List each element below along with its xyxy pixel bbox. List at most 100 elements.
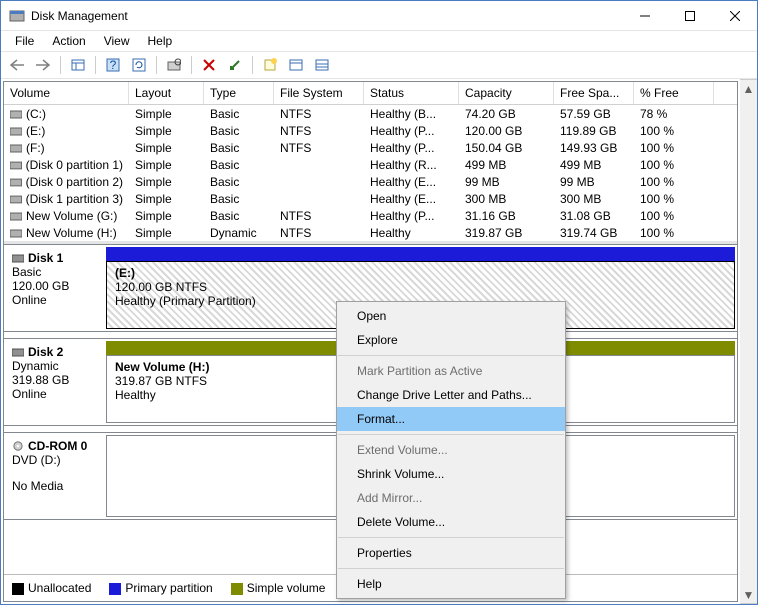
volume-icon bbox=[10, 160, 22, 170]
scroll-up-icon[interactable]: ▲ bbox=[740, 80, 757, 97]
refresh-button[interactable] bbox=[127, 54, 151, 76]
disk-state: Online bbox=[12, 387, 96, 401]
volume-status: Healthy (E... bbox=[364, 175, 459, 189]
volume-status: Healthy (E... bbox=[364, 192, 459, 206]
volume-type: Basic bbox=[204, 141, 274, 155]
scroll-down-icon[interactable]: ▼ bbox=[740, 586, 757, 603]
volume-row[interactable]: (Disk 1 partition 3)SimpleBasicHealthy (… bbox=[4, 190, 737, 207]
volume-status: Healthy (R... bbox=[364, 158, 459, 172]
volume-row[interactable]: (E:)SimpleBasicNTFSHealthy (P...120.00 G… bbox=[4, 122, 737, 139]
volume-fs: NTFS bbox=[274, 209, 364, 223]
volume-icon bbox=[10, 228, 22, 238]
ctx-help[interactable]: Help bbox=[337, 572, 565, 596]
volume-capacity: 150.04 GB bbox=[459, 141, 554, 155]
view-button[interactable] bbox=[66, 54, 90, 76]
volume-icon bbox=[10, 211, 22, 221]
volume-name: (C:) bbox=[26, 107, 46, 121]
volume-layout: Simple bbox=[129, 192, 204, 206]
menu-view[interactable]: View bbox=[96, 32, 138, 50]
col-capacity[interactable]: Capacity bbox=[459, 82, 554, 104]
volume-row[interactable]: New Volume (H:)SimpleDynamicNTFSHealthy3… bbox=[4, 224, 737, 241]
forward-button[interactable] bbox=[31, 54, 55, 76]
ctx-shrink[interactable]: Shrink Volume... bbox=[337, 462, 565, 486]
format-toolbar-button[interactable] bbox=[223, 54, 247, 76]
app-icon bbox=[9, 8, 25, 24]
col-free[interactable]: Free Spa... bbox=[554, 82, 634, 104]
volume-pct: 100 % bbox=[634, 124, 714, 138]
disk-info: CD-ROM 0 DVD (D:) No Media bbox=[4, 433, 104, 519]
disk-name: Disk 1 bbox=[28, 251, 63, 265]
volume-row[interactable]: (F:) SimpleBasicNTFSHealthy (P...150.04 G… bbox=[4, 139, 737, 156]
volume-row[interactable]: (Disk 0 partition 2)SimpleBasicHealthy (… bbox=[4, 173, 737, 190]
help-toolbar-button[interactable]: ? bbox=[101, 54, 125, 76]
delete-toolbar-button[interactable] bbox=[197, 54, 221, 76]
rescan-button[interactable] bbox=[162, 54, 186, 76]
disk-state: No Media bbox=[12, 479, 96, 493]
new-toolbar-button[interactable] bbox=[258, 54, 282, 76]
menubar: File Action View Help bbox=[1, 31, 757, 51]
volume-type: Basic bbox=[204, 107, 274, 121]
volume-row[interactable]: (C:)SimpleBasicNTFSHealthy (B...74.20 GB… bbox=[4, 105, 737, 122]
settings-toolbar-button[interactable] bbox=[284, 54, 308, 76]
ctx-format[interactable]: Format... bbox=[337, 407, 565, 431]
volume-list[interactable]: Volume Layout Type File System Status Ca… bbox=[4, 82, 737, 241]
col-volume[interactable]: Volume bbox=[4, 82, 129, 104]
disk-management-window: Disk Management File Action View Help ? bbox=[0, 0, 758, 605]
legend-unallocated: Unallocated bbox=[12, 581, 91, 595]
disk-info: Disk 1 Basic 120.00 GB Online bbox=[4, 245, 104, 331]
volume-free: 149.93 GB bbox=[554, 141, 634, 155]
partition-strip bbox=[106, 247, 735, 261]
partition-label: (E:) bbox=[115, 266, 726, 280]
volume-pct: 100 % bbox=[634, 158, 714, 172]
ctx-open[interactable]: Open bbox=[337, 304, 565, 328]
maximize-button[interactable] bbox=[667, 1, 712, 30]
volume-name: (Disk 0 partition 1) bbox=[26, 158, 123, 172]
col-pct[interactable]: % Free bbox=[634, 82, 714, 104]
volume-row[interactable]: (Disk 0 partition 1)SimpleBasicHealthy (… bbox=[4, 156, 737, 173]
partition-size: 120.00 GB NTFS bbox=[115, 280, 726, 294]
disk-info: Disk 2 Dynamic 319.88 GB Online bbox=[4, 339, 104, 425]
volume-layout: Simple bbox=[129, 226, 204, 240]
ctx-extend[interactable]: Extend Volume... bbox=[337, 438, 565, 462]
volume-capacity: 99 MB bbox=[459, 175, 554, 189]
menu-file[interactable]: File bbox=[7, 32, 42, 50]
volume-name: (E:) bbox=[26, 124, 45, 138]
ctx-mark-active[interactable]: Mark Partition as Active bbox=[337, 359, 565, 383]
ctx-mirror[interactable]: Add Mirror... bbox=[337, 486, 565, 510]
volume-pct: 100 % bbox=[634, 175, 714, 189]
ctx-change-drive[interactable]: Change Drive Letter and Paths... bbox=[337, 383, 565, 407]
volume-icon bbox=[10, 143, 22, 153]
col-fs[interactable]: File System bbox=[274, 82, 364, 104]
ctx-properties[interactable]: Properties bbox=[337, 541, 565, 565]
volume-icon bbox=[10, 194, 22, 204]
vertical-scrollbar[interactable]: ▲ ▼ bbox=[740, 79, 757, 604]
volume-type: Basic bbox=[204, 124, 274, 138]
volume-layout: Simple bbox=[129, 141, 204, 155]
col-status[interactable]: Status bbox=[364, 82, 459, 104]
disk-name: Disk 2 bbox=[28, 345, 63, 359]
volume-free: 119.89 GB bbox=[554, 124, 634, 138]
volume-capacity: 120.00 GB bbox=[459, 124, 554, 138]
volume-row[interactable]: New Volume (G:)SimpleBasicNTFSHealthy (P… bbox=[4, 207, 737, 224]
disk-size: 319.88 GB bbox=[12, 373, 96, 387]
menu-help[interactable]: Help bbox=[140, 32, 181, 50]
legend-primary: Primary partition bbox=[109, 581, 212, 595]
volume-header: Volume Layout Type File System Status Ca… bbox=[4, 82, 737, 105]
volume-status: Healthy (P... bbox=[364, 141, 459, 155]
col-layout[interactable]: Layout bbox=[129, 82, 204, 104]
menu-action[interactable]: Action bbox=[44, 32, 93, 50]
back-button[interactable] bbox=[5, 54, 29, 76]
ctx-explore[interactable]: Explore bbox=[337, 328, 565, 352]
volume-pct: 78 % bbox=[634, 107, 714, 121]
list-toolbar-button[interactable] bbox=[310, 54, 334, 76]
ctx-delete[interactable]: Delete Volume... bbox=[337, 510, 565, 534]
col-type[interactable]: Type bbox=[204, 82, 274, 104]
close-button[interactable] bbox=[712, 1, 757, 30]
volume-fs: NTFS bbox=[274, 141, 364, 155]
volume-name: (F:) bbox=[26, 141, 45, 155]
volume-layout: Simple bbox=[129, 209, 204, 223]
volume-free: 499 MB bbox=[554, 158, 634, 172]
volume-capacity: 499 MB bbox=[459, 158, 554, 172]
volume-type: Basic bbox=[204, 209, 274, 223]
minimize-button[interactable] bbox=[622, 1, 667, 30]
